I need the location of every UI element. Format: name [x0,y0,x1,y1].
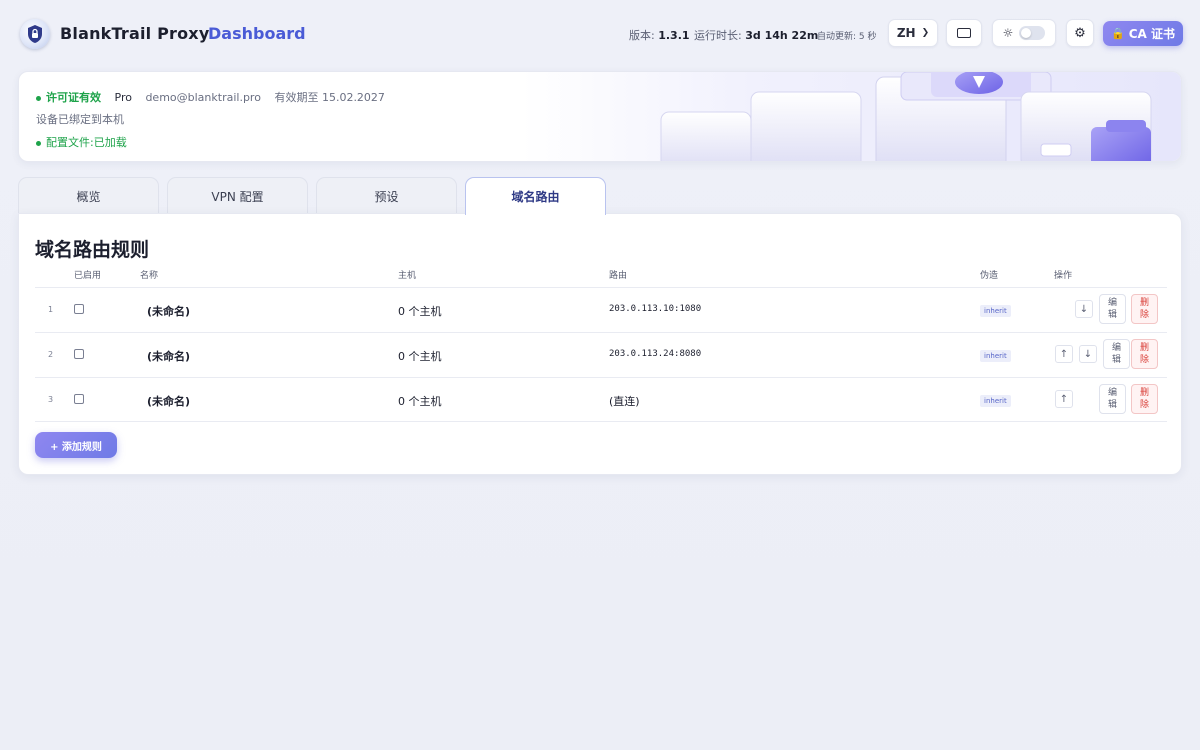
tab-presets[interactable]: 预设 [316,177,457,214]
masquerade-badge: inherit [980,305,1011,317]
tab-vpn-config[interactable]: VPN 配置 [167,177,308,214]
add-rule-button[interactable]: + 添加规则 [35,432,117,458]
column-header-masquerade: 伪造 [980,271,999,281]
lock-icon: 🔒 [1111,27,1125,40]
language-value: ZH [896,26,916,40]
rule-route: 203.0.113.24:8080 [609,349,702,359]
domain-routing-panel: 域名路由规则 已启用 名称 主机 路由 伪造 操作 1 (未命名) 0 个主机 … [18,213,1182,475]
column-header-name: 名称 [140,271,159,281]
tab-domain-routing[interactable]: 域名路由 [465,177,606,215]
table-row: 3 (未命名) 0 个主机 (直连) inherit ↑ 编辑 删除 [35,377,1167,422]
sun-icon: ☼ [1002,26,1014,40]
enabled-checkbox[interactable] [74,349,84,359]
version-label: 版本: [629,29,655,42]
uptime-label: 运行时长: [694,29,742,42]
delete-button[interactable]: 删除 [1131,294,1158,324]
version-info: 版本: 1.3.1 [629,27,690,43]
theme-toggle-group[interactable]: ☼ [992,19,1056,47]
rule-name: (未命名) [147,305,191,318]
license-banner-illustration [521,72,1181,161]
version-value: 1.3.1 [658,29,690,42]
rule-route: 203.0.113.10:1080 [609,304,702,314]
rule-name: (未命名) [147,395,191,408]
edit-button[interactable]: 编辑 [1103,339,1130,369]
column-header-actions: 操作 [1054,271,1073,281]
status-dot-icon [36,140,41,146]
config-status: 配置文件:已加载 [46,136,127,149]
move-up-button[interactable]: ↑ [1055,390,1073,408]
rule-hosts: 0 个主机 [398,305,442,318]
delete-button[interactable]: 删除 [1131,384,1158,414]
table-row: 1 (未命名) 0 个主机 203.0.113.10:1080 inherit … [35,287,1167,332]
move-up-button[interactable]: ↑ [1055,345,1073,363]
rule-hosts: 0 个主机 [398,350,442,363]
chevron-down-icon: ❯ [921,28,930,38]
theme-toggle-switch[interactable] [1019,26,1046,40]
license-status: 许可证有效 [46,91,101,104]
shield-lock-logo-icon [20,19,50,49]
ca-certificate-button[interactable]: 🔒 CA 证书 [1103,21,1183,46]
tab-overview[interactable]: 概览 [18,177,159,214]
language-select[interactable]: ZH ❯ [888,19,938,47]
rule-route: (直连) [609,395,640,408]
license-status-row: 许可证有效 Pro demo@blanktrail.pro 有效期至 15.02… [36,89,385,105]
column-header-hosts: 主机 [398,271,417,281]
section-title: 域名路由规则 [35,239,150,261]
row-index: 2 [48,350,54,359]
window-icon [957,28,971,38]
rule-hosts: 0 个主机 [398,395,442,408]
uptime-value: 3d 14h 22m [745,29,819,42]
auto-refresh-info: 自动更新: 5 秒 [817,32,877,42]
edit-button[interactable]: 编辑 [1099,384,1126,414]
uptime-info: 运行时长: 3d 14h 22m [694,27,818,43]
settings-button[interactable]: ⚙ [1066,19,1094,47]
column-header-enabled: 已启用 [74,271,102,281]
masquerade-badge: inherit [980,350,1011,362]
table-row: 2 (未命名) 0 个主机 203.0.113.24:8080 inherit … [35,332,1167,377]
delete-button[interactable]: 删除 [1131,339,1158,369]
rule-name: (未命名) [147,350,191,363]
license-plan: Pro [114,91,132,104]
license-card: 许可证有效 Pro demo@blanktrail.pro 有效期至 15.02… [18,71,1182,162]
row-index: 3 [48,395,54,404]
status-dot-icon [36,95,41,101]
move-down-button[interactable]: ↓ [1079,345,1097,363]
masquerade-badge: inherit [980,395,1011,407]
edit-button[interactable]: 编辑 [1099,294,1126,324]
gear-icon: ⚙ [1074,25,1086,41]
license-expiry: 有效期至 15.02.2027 [274,91,385,104]
row-index: 1 [48,305,54,314]
enabled-checkbox[interactable] [74,394,84,404]
ca-button-label: CA 证书 [1128,27,1175,41]
app-title: BlankTrail Proxy [60,24,210,43]
column-header-route: 路由 [609,271,628,281]
config-status-row: 配置文件:已加载 [36,134,127,150]
display-mode-button[interactable] [946,19,982,47]
enabled-checkbox[interactable] [74,304,84,314]
device-binding-status: 设备已绑定到本机 [36,113,124,126]
app-subtitle: Dashboard [208,24,306,43]
top-bar: BlankTrail Proxy Dashboard 版本: 1.3.1 运行时… [0,0,1200,68]
move-down-button[interactable]: ↓ [1075,300,1093,318]
license-email: demo@blanktrail.pro [145,91,261,104]
